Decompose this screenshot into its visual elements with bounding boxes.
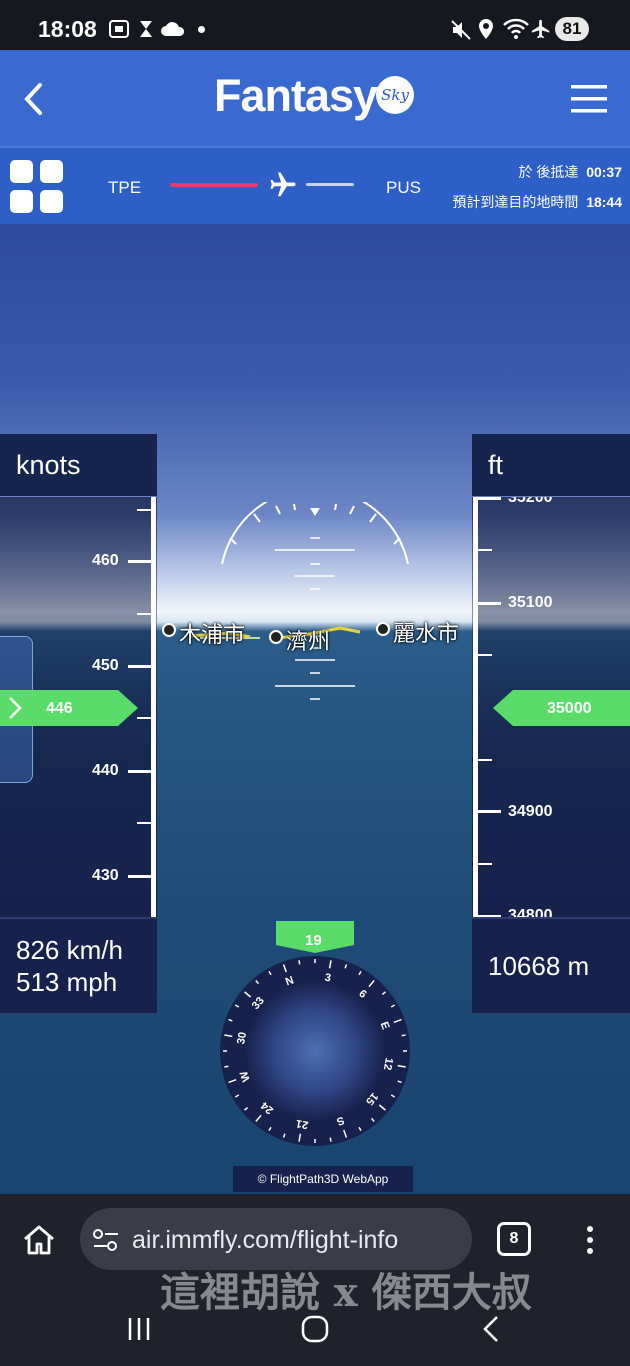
compass-tick bbox=[401, 1034, 406, 1037]
altitude-meters: 10668 m bbox=[488, 951, 590, 981]
browser-bar: air.immfly.com/flight-info 8 這裡胡說 x 傑西大叔 bbox=[0, 1194, 630, 1366]
more-options-icon[interactable] bbox=[584, 1224, 596, 1256]
altitude-tape-rail bbox=[473, 497, 478, 917]
eta-row: 預計到達目的地時間 18:44 bbox=[452, 192, 622, 212]
airplane-mode-icon bbox=[531, 19, 550, 39]
compass-label: 12 bbox=[381, 1057, 395, 1071]
speed-tick-label: 450 bbox=[92, 657, 119, 674]
city-marker-icon bbox=[269, 630, 283, 644]
altitude-tick-label: 34900 bbox=[508, 803, 553, 820]
attribution: © FlightPath3D WebApp bbox=[233, 1166, 413, 1192]
site-settings-icon[interactable] bbox=[92, 1228, 120, 1252]
wifi-icon bbox=[503, 18, 529, 39]
speed-kmh: 826 km/h bbox=[16, 935, 123, 965]
compass-label: 21 bbox=[295, 1117, 309, 1131]
compass-tick bbox=[224, 1065, 229, 1068]
route-progress-remaining bbox=[306, 183, 354, 186]
airplane-progress-icon bbox=[270, 172, 296, 197]
mute-icon bbox=[451, 20, 471, 40]
recent-apps-icon[interactable] bbox=[126, 1316, 152, 1342]
dashboard-grid-icon[interactable] bbox=[10, 160, 66, 216]
logo-badge: Sky bbox=[376, 76, 414, 114]
compass-label: 30 bbox=[235, 1031, 249, 1045]
altitude-tick-label: 34800 bbox=[508, 907, 553, 917]
origin-code: TPE bbox=[108, 178, 142, 197]
arrive-in-value: 00:37 bbox=[586, 164, 622, 180]
eta-label: 預計到達目的地時間 bbox=[452, 194, 579, 210]
altitude-current-value: 35000 bbox=[547, 700, 592, 717]
tab-count-button[interactable]: 8 bbox=[497, 1222, 531, 1256]
back-icon[interactable] bbox=[22, 82, 46, 116]
hourglass-icon bbox=[140, 21, 152, 37]
app-logo: Fantasy bbox=[214, 70, 378, 121]
flight-view: 木浦市 濟州 麗水市 knots 460 450 440 430 446 826… bbox=[0, 224, 630, 1287]
speed-tape-rail bbox=[151, 497, 156, 917]
compass-dial: N 36E1215S2124W3033 bbox=[220, 956, 410, 1146]
map-label-city3: 麗水市 bbox=[393, 621, 460, 646]
arrive-in-row: 於 後抵達 00:37 bbox=[519, 162, 622, 182]
altitude-tick-label: 35100 bbox=[508, 594, 553, 611]
chevron-right-icon[interactable] bbox=[6, 696, 24, 720]
altitude-tick-label: 35200 bbox=[508, 497, 553, 506]
battery-indicator: 81 bbox=[555, 17, 589, 41]
hamburger-menu-icon[interactable] bbox=[571, 84, 607, 114]
compass-tick bbox=[298, 960, 301, 965]
status-bar: 18:08 81 bbox=[0, 0, 630, 50]
location-icon bbox=[479, 19, 493, 39]
speed-tick-label: 430 bbox=[92, 867, 119, 884]
altitude-readout: 10668 m bbox=[472, 917, 630, 1013]
speed-mph: 513 mph bbox=[16, 967, 118, 997]
map-label-city1: 木浦市 bbox=[179, 622, 246, 647]
destination-code: PUS bbox=[386, 178, 421, 197]
screenshot-icon bbox=[109, 20, 129, 38]
watermark-text: 這裡胡說 x 傑西大叔 bbox=[160, 1269, 532, 1316]
speed-current-value: 446 bbox=[46, 700, 73, 717]
notification-dot-icon bbox=[198, 26, 205, 33]
status-time: 18:08 bbox=[38, 16, 97, 42]
app-header: Fantasy Sky bbox=[0, 50, 630, 146]
eta-value: 18:44 bbox=[586, 194, 622, 210]
system-home-icon[interactable] bbox=[300, 1314, 330, 1344]
map-label-city2: 濟州 bbox=[286, 629, 331, 654]
cloud-icon bbox=[161, 22, 185, 36]
speed-readout: 826 km/h 513 mph bbox=[0, 917, 157, 1013]
url-text[interactable]: air.immfly.com/flight-info bbox=[132, 1226, 398, 1255]
heading-value: 19 bbox=[305, 932, 322, 949]
city-marker-icon bbox=[376, 622, 390, 636]
arrive-in-label: 於 後抵達 bbox=[518, 164, 579, 180]
speed-tick-label: 460 bbox=[92, 552, 119, 569]
route-bar: TPE PUS 於 後抵達 00:37 預計到達目的地時間 18:44 bbox=[0, 146, 630, 224]
speed-unit-header: knots bbox=[0, 434, 157, 496]
altitude-unit-header: ft bbox=[472, 434, 630, 496]
route-progress-flown bbox=[170, 183, 258, 187]
home-icon[interactable] bbox=[22, 1224, 56, 1256]
compass-tick bbox=[329, 1137, 332, 1142]
city-marker-icon bbox=[162, 623, 176, 637]
system-back-icon[interactable] bbox=[480, 1314, 502, 1344]
speed-tick-label: 440 bbox=[92, 762, 119, 779]
